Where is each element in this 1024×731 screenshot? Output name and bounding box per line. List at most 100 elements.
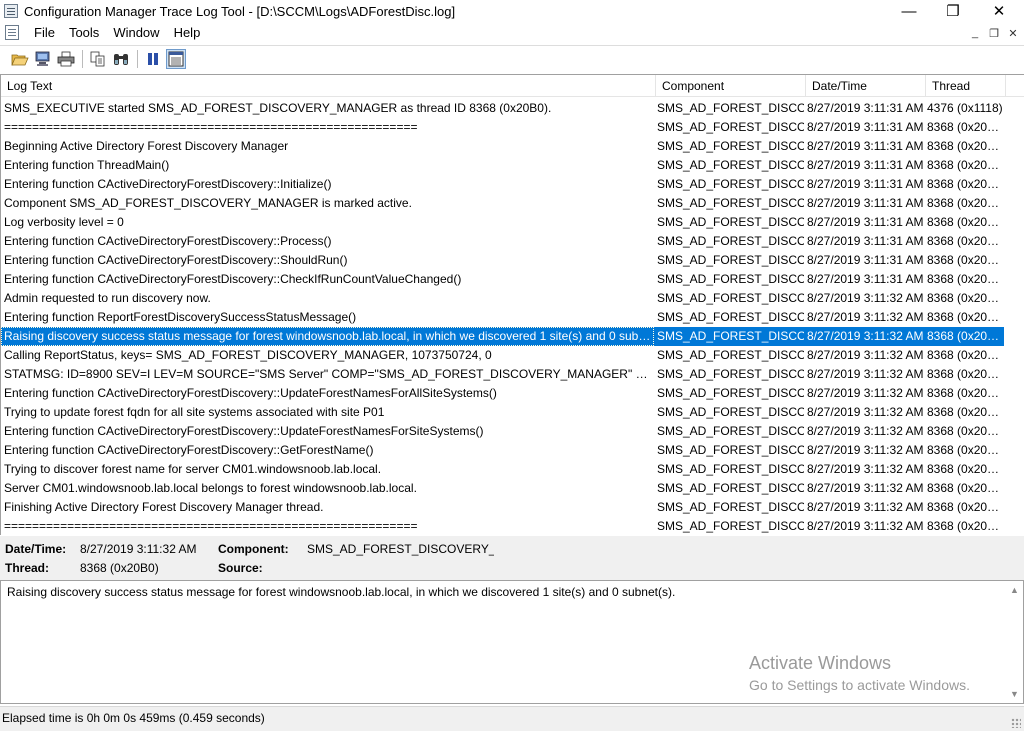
scroll-up-icon[interactable]: ▲ <box>1010 585 1019 595</box>
log-row[interactable]: SMS_EXECUTIVE started SMS_AD_FOREST_DISC… <box>1 99 1024 118</box>
component-cell: SMS_AD_FOREST_DISCOVERY_MANAGER <box>657 481 804 495</box>
datetime-cell: 8/27/2019 3:11:31 AM <box>807 215 924 229</box>
thread-cell: 8368 (0x20B0) <box>927 462 1004 476</box>
child-minimize-button[interactable]: _ <box>966 24 984 42</box>
log-text-cell: SMS_EXECUTIVE started SMS_AD_FOREST_DISC… <box>4 101 552 115</box>
log-row[interactable]: Entering function CActiveDirectoryForest… <box>1 251 1024 270</box>
log-row[interactable]: Entering function CActiveDirectoryForest… <box>1 384 1024 403</box>
log-row[interactable]: Admin requested to run discovery now. SMS… <box>1 289 1024 308</box>
toolbar-separator <box>82 49 83 68</box>
elapsed-time-status: Elapsed time is 0h 0m 0s 459ms (0.459 se… <box>2 711 265 725</box>
open-on-server-icon[interactable] <box>33 49 53 69</box>
component-cell: SMS_AD_FOREST_DISCOVERY_MANAGER <box>657 158 804 172</box>
component-cell: SMS_AD_FOREST_DISCOVERY_MANAGER <box>657 367 804 381</box>
log-row[interactable]: Entering function CActiveDirectoryForest… <box>1 422 1024 441</box>
log-row[interactable]: Server CM01.windowsnoob.lab.local belong… <box>1 479 1024 498</box>
source-label: Source: <box>218 561 263 575</box>
component-cell: SMS_AD_FOREST_DISCOVERY_MANAGER <box>657 196 804 210</box>
thread-cell: 8368 (0x20B0) <box>927 310 1004 324</box>
datetime-cell: 8/27/2019 3:11:32 AM <box>807 367 924 381</box>
log-text-cell: STATMSG: ID=8900 SEV=I LEV=M SOURCE="SMS… <box>4 367 654 381</box>
component-cell: SMS_AD_FOREST_DISCOVERY_MANAGER <box>657 139 804 153</box>
menu-bar: File Tools Window Help <box>0 22 1024 43</box>
log-text-cell: Entering function CActiveDirectoryForest… <box>4 253 348 267</box>
datetime-cell: 8/27/2019 3:11:32 AM <box>804 327 924 346</box>
log-text-cell: Entering function CActiveDirectoryForest… <box>4 386 497 400</box>
log-row[interactable]: Entering function CActiveDirectoryForest… <box>1 441 1024 460</box>
find-icon[interactable] <box>111 49 131 69</box>
message-scrollbar[interactable]: ▲ ▼ <box>1006 581 1023 703</box>
log-row[interactable]: STATMSG: ID=8900 SEV=I LEV=M SOURCE="SMS… <box>1 365 1024 384</box>
log-row[interactable]: Finishing Active Directory Forest Discov… <box>1 498 1024 517</box>
log-row[interactable]: Entering function CActiveDirectoryForest… <box>1 175 1024 194</box>
datetime-cell: 8/27/2019 3:11:31 AM <box>807 253 924 267</box>
print-icon[interactable] <box>56 49 76 69</box>
log-text-cell: Entering function CActiveDirectoryForest… <box>4 443 374 457</box>
menu-file[interactable]: File <box>27 25 62 40</box>
open-icon[interactable] <box>10 49 30 69</box>
log-text-cell: ========================================… <box>4 519 418 533</box>
log-row[interactable]: Trying to update forest fqdn for all sit… <box>1 403 1024 422</box>
child-close-button[interactable]: ✕ <box>1004 24 1022 42</box>
scroll-down-icon[interactable]: ▼ <box>1010 689 1019 699</box>
child-restore-button[interactable]: ❐ <box>985 24 1003 42</box>
log-row[interactable]: ========================================… <box>1 118 1024 137</box>
log-text-cell: Admin requested to run discovery now. <box>4 291 211 305</box>
column-header-thread[interactable]: Thread <box>926 75 1006 97</box>
message-pane[interactable]: Raising discovery success status message… <box>0 580 1024 704</box>
status-bar: Elapsed time is 0h 0m 0s 459ms (0.459 se… <box>0 706 1024 731</box>
activation-watermark-title: Activate Windows <box>749 653 892 673</box>
datetime-label: Date/Time: <box>5 542 67 556</box>
datetime-cell: 8/27/2019 3:11:31 AM <box>807 272 924 286</box>
resize-grip-icon[interactable] <box>1011 718 1021 728</box>
datetime-cell: 8/27/2019 3:11:32 AM <box>807 519 924 533</box>
datetime-cell: 8/27/2019 3:11:31 AM <box>807 158 924 172</box>
log-row[interactable]: Entering function ReportForestDiscoveryS… <box>1 308 1024 327</box>
log-row[interactable]: Log verbosity level = 0 SMS_AD_FOREST_DIS… <box>1 213 1024 232</box>
log-row[interactable]: Raising discovery success status message… <box>1 327 1024 346</box>
column-header-datetime[interactable]: Date/Time <box>806 75 926 97</box>
log-row[interactable]: Entering function ThreadMain() SMS_AD_FOR… <box>1 156 1024 175</box>
log-row[interactable]: Component SMS_AD_FOREST_DISCOVERY_MANAGE… <box>1 194 1024 213</box>
menu-help[interactable]: Help <box>167 25 208 40</box>
title-bar: Configuration Manager Trace Log Tool - [… <box>0 0 1024 22</box>
log-row[interactable]: Beginning Active Directory Forest Discov… <box>1 137 1024 156</box>
log-text-cell: Trying to discover forest name for serve… <box>4 462 382 476</box>
log-list[interactable]: Log Text Component Date/Time Thread SMS_… <box>0 74 1024 535</box>
log-row[interactable]: Entering function CActiveDirectoryForest… <box>1 232 1024 251</box>
app-icon[interactable] <box>4 4 18 18</box>
log-row[interactable]: Calling ReportStatus, keys= SMS_AD_FORES… <box>1 346 1024 365</box>
copy-icon[interactable] <box>88 49 108 69</box>
log-text-cell: Beginning Active Directory Forest Discov… <box>4 139 289 153</box>
datetime-cell: 8/27/2019 3:11:32 AM <box>807 405 924 419</box>
thread-label: Thread: <box>5 561 50 575</box>
thread-cell: 8368 (0x20B0) <box>927 424 1004 438</box>
log-row[interactable]: Trying to discover forest name for serve… <box>1 460 1024 479</box>
preview-pane-icon[interactable] <box>166 48 186 69</box>
log-row[interactable]: ========================================… <box>1 517 1024 535</box>
message-text: Raising discovery success status message… <box>7 585 676 599</box>
datetime-cell: 8/27/2019 3:11:32 AM <box>807 348 924 362</box>
datetime-cell: 8/27/2019 3:11:32 AM <box>807 424 924 438</box>
menu-window[interactable]: Window <box>106 25 166 40</box>
thread-cell: 8368 (0x20B0) <box>927 215 1004 229</box>
datetime-value: 8/27/2019 3:11:32 AM <box>80 542 197 556</box>
component-cell: SMS_AD_FOREST_DISCOVERY_MANAGER <box>657 462 804 476</box>
close-button[interactable]: ✕ <box>976 0 1022 22</box>
component-cell: SMS_AD_FOREST_DISCOVERY_MANAGER <box>657 424 804 438</box>
log-text-cell: Log verbosity level = 0 <box>4 215 124 229</box>
component-cell: SMS_AD_FOREST_DISCOVERY_MANAGER <box>657 386 804 400</box>
log-row[interactable]: Entering function CActiveDirectoryForest… <box>1 270 1024 289</box>
component-cell: SMS_AD_FOREST_DISCOVERY_MANAGER <box>657 101 804 115</box>
log-text-cell: Server CM01.windowsnoob.lab.local belong… <box>4 481 417 495</box>
log-text-cell: ========================================… <box>4 120 418 134</box>
pause-icon[interactable] <box>143 49 163 69</box>
minimize-button[interactable]: — <box>886 0 932 22</box>
menu-tools[interactable]: Tools <box>62 25 106 40</box>
datetime-cell: 8/27/2019 3:11:32 AM <box>807 310 924 324</box>
document-icon[interactable] <box>5 25 19 40</box>
column-header-log-text[interactable]: Log Text <box>1 75 656 97</box>
column-header-component[interactable]: Component <box>656 75 806 97</box>
maximize-button[interactable]: ❐ <box>930 0 976 22</box>
component-cell: SMS_AD_FOREST_DISCOVERY_MANAGER <box>657 405 804 419</box>
